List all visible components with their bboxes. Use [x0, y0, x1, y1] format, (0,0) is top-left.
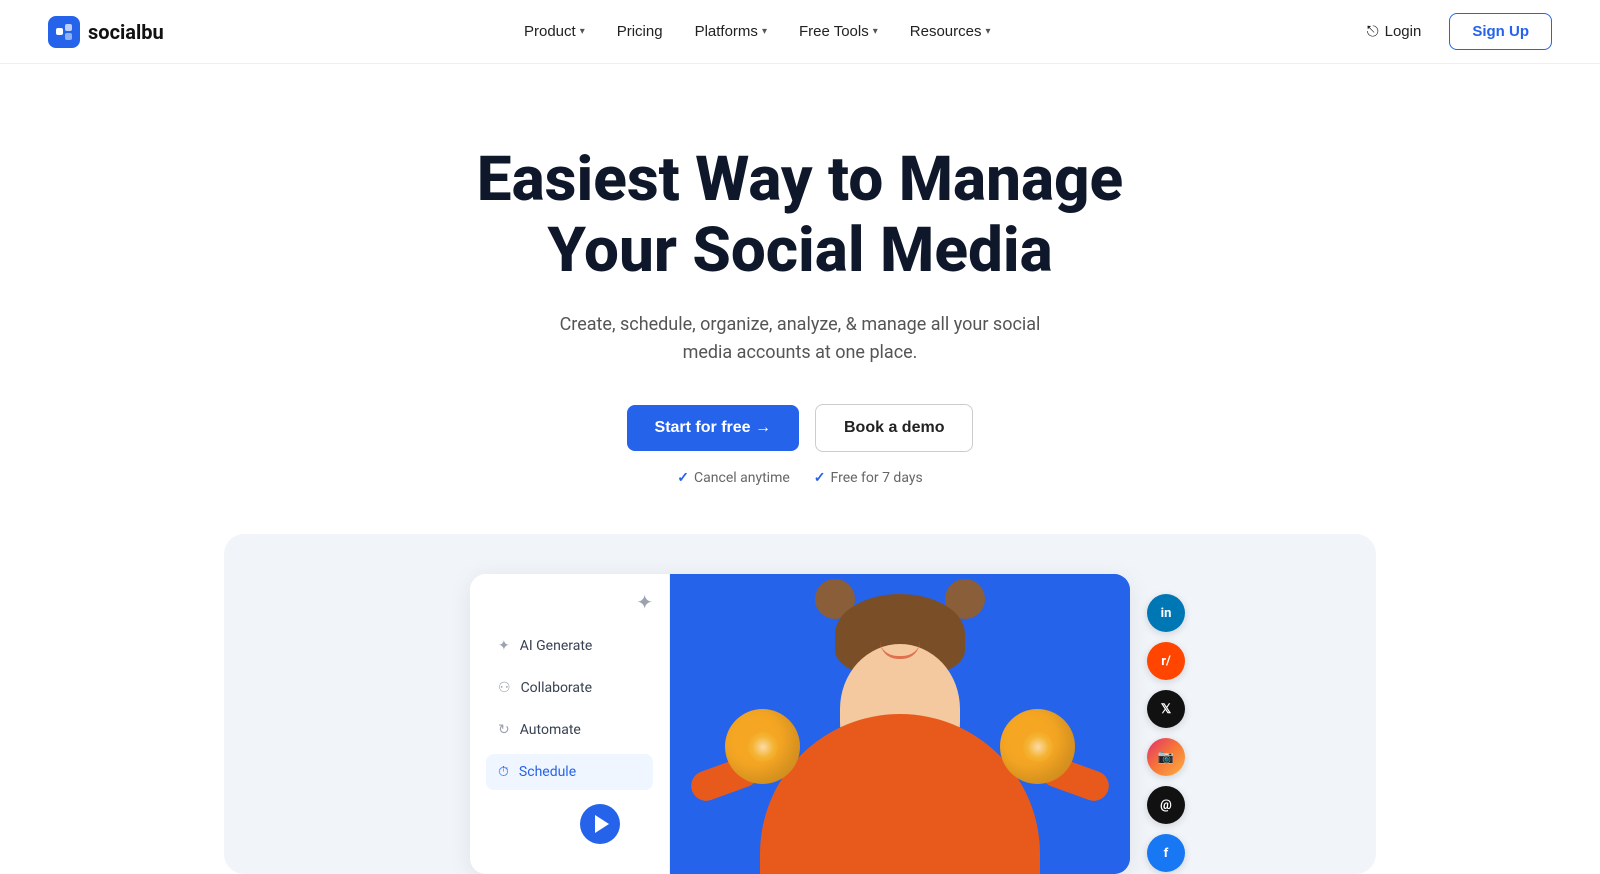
brand-name: socialbu — [88, 20, 164, 44]
social-icon-twitter[interactable]: 𝕏 — [1147, 690, 1185, 728]
left-menu-panel: ✦ ✦ AI Generate ⚇ Collaborate ↻ Automate — [470, 574, 670, 874]
star-icon: ✦ — [636, 590, 653, 614]
social-icon-instagram[interactable]: 📷 — [1147, 738, 1185, 776]
book-demo-button[interactable]: Book a demo — [815, 404, 973, 452]
right-image-area — [670, 574, 1130, 874]
brand-logo[interactable]: socialbu — [48, 16, 164, 48]
nav-product[interactable]: Product ▾ — [510, 15, 599, 48]
badge-free-trial: ✓ Free for 7 days — [814, 470, 923, 486]
hero-section: Easiest Way to Manage Your Social Media … — [0, 64, 1600, 486]
menu-item-ai[interactable]: ✦ AI Generate — [486, 628, 653, 664]
menu-item-automate[interactable]: ↻ Automate — [486, 712, 653, 748]
play-icon — [595, 815, 609, 833]
check-icon: ✓ — [677, 470, 689, 486]
nav-right: ⎋ Login Sign Up — [1351, 13, 1552, 50]
nav-pricing[interactable]: Pricing — [603, 15, 677, 48]
social-icon-reddit[interactable]: r/ — [1147, 642, 1185, 680]
social-icon-facebook[interactable]: f — [1147, 834, 1185, 872]
menu-item-collaborate[interactable]: ⚇ Collaborate — [486, 670, 653, 706]
nav-links: Product ▾ Pricing Platforms ▾ Free Tools… — [510, 15, 1005, 48]
start-free-button[interactable]: Start for free → — [627, 405, 799, 451]
automate-icon: ↻ — [498, 722, 510, 738]
social-icon-linkedin[interactable]: in — [1147, 594, 1185, 632]
menu-item-schedule[interactable]: ⏱ Schedule — [486, 754, 653, 790]
hero-image — [670, 574, 1130, 874]
social-sidebar: inr/𝕏📷@f♪P☁▶ — [1147, 594, 1185, 874]
nav-resources[interactable]: Resources ▾ — [896, 15, 1005, 48]
preview-background: ✦ ✦ AI Generate ⚇ Collaborate ↻ Automate — [224, 534, 1376, 874]
woman-illustration — [670, 574, 1130, 874]
chevron-down-icon: ▾ — [873, 26, 878, 37]
social-icon-threads[interactable]: @ — [1147, 786, 1185, 824]
nav-platforms[interactable]: Platforms ▾ — [681, 15, 781, 48]
chevron-down-icon: ▾ — [985, 26, 990, 37]
preview-inner: ✦ ✦ AI Generate ⚇ Collaborate ↻ Automate — [470, 574, 1130, 874]
hero-subtitle: Create, schedule, organize, analyze, & m… — [540, 311, 1060, 369]
login-button[interactable]: ⎋ Login — [1351, 15, 1438, 48]
panel-header: ✦ — [486, 590, 653, 614]
check-icon: ✓ — [814, 470, 826, 486]
collaborate-icon: ⚇ — [498, 680, 511, 696]
nav-free-tools[interactable]: Free Tools ▾ — [785, 15, 892, 48]
orange-left — [725, 709, 800, 784]
chevron-down-icon: ▾ — [580, 26, 585, 37]
hero-title: Easiest Way to Manage Your Social Media — [477, 144, 1123, 287]
chevron-down-icon: ▾ — [762, 26, 767, 37]
preview-container: ✦ ✦ AI Generate ⚇ Collaborate ↻ Automate — [200, 534, 1400, 874]
hero-buttons: Start for free → Book a demo — [627, 404, 974, 452]
navbar: socialbu Product ▾ Pricing Platforms ▾ F… — [0, 0, 1600, 64]
dashboard-card: ✦ ✦ AI Generate ⚇ Collaborate ↻ Automate — [470, 574, 1130, 874]
logo-icon — [48, 16, 80, 48]
signup-button[interactable]: Sign Up — [1449, 13, 1552, 50]
smile — [880, 641, 920, 659]
body — [760, 714, 1040, 874]
play-button[interactable] — [580, 804, 620, 844]
orange-right — [1000, 709, 1075, 784]
hero-badges: ✓ Cancel anytime ✓ Free for 7 days — [677, 470, 922, 486]
badge-cancel: ✓ Cancel anytime — [677, 470, 789, 486]
ai-icon: ✦ — [498, 638, 510, 654]
schedule-icon: ⏱ — [498, 764, 509, 780]
